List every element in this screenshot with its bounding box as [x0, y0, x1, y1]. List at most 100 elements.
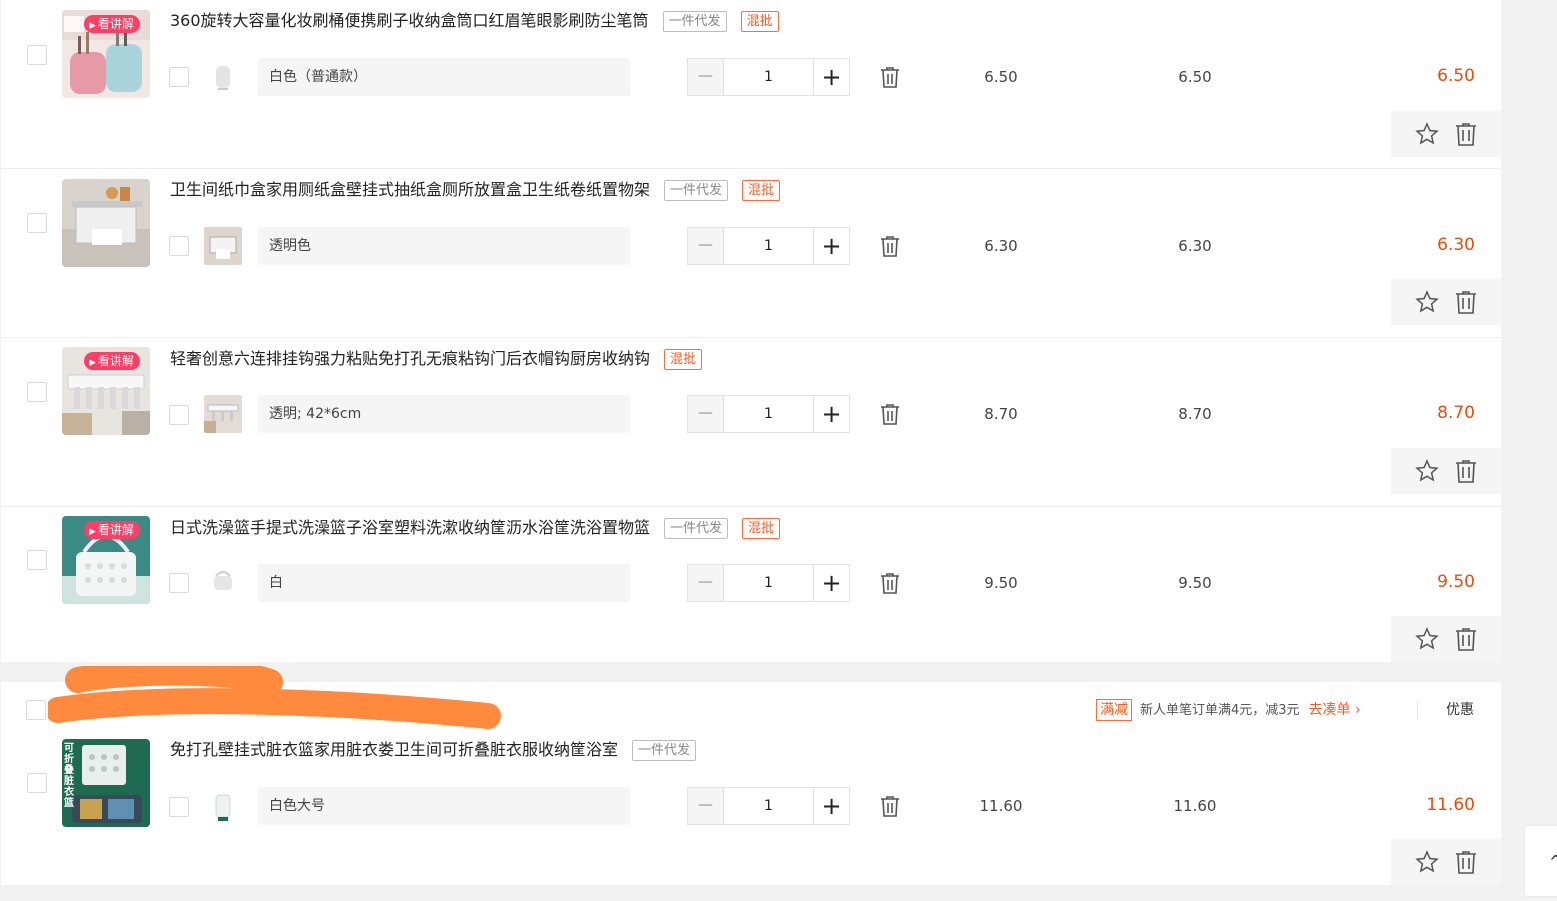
- delete-icon[interactable]: [1455, 290, 1477, 314]
- total-price: 8.70: [1437, 403, 1475, 423]
- tag-mixed-batch: 混批: [664, 349, 703, 370]
- star-icon[interactable]: [1415, 290, 1439, 314]
- tag-dropship: 一件代发: [662, 11, 727, 32]
- add-more-link[interactable]: 去凑单 ›: [1309, 702, 1361, 718]
- product-title-text[interactable]: 日式洗澡篮手提式洗澡篮子浴室塑料洗漱收纳筐沥水浴筐洗浴置物篮: [170, 518, 650, 537]
- promo-text: 新人单笔订单满4元，减3元: [1140, 703, 1300, 718]
- trash-icon[interactable]: [880, 795, 900, 817]
- increase-button[interactable]: +: [813, 59, 849, 95]
- quantity-input[interactable]: 1: [724, 396, 813, 432]
- sku-checkbox[interactable]: [169, 405, 189, 425]
- video-badge[interactable]: ▶ 看讲解: [84, 521, 140, 539]
- spec-selector[interactable]: 透明; 42*6cm: [258, 395, 630, 433]
- sku-image: [204, 787, 242, 825]
- promo-tag: 满减: [1096, 699, 1132, 721]
- delete-icon[interactable]: [1455, 122, 1477, 146]
- back-to-top-button[interactable]: ^: [1524, 825, 1557, 897]
- product-image[interactable]: [62, 179, 150, 267]
- product-title[interactable]: 轻奢创意六连排挂钩强力粘贴免打孔无痕粘钩门后衣帽钩厨房收纳钩 混批: [170, 348, 703, 370]
- item-checkbox[interactable]: [27, 550, 47, 570]
- subtotal-price: 6.30: [1178, 237, 1212, 255]
- product-image[interactable]: 可折叠脏衣篮: [62, 739, 150, 827]
- delete-icon[interactable]: [1455, 459, 1477, 483]
- total-price: 6.50: [1437, 66, 1475, 86]
- item-actions: [1391, 839, 1501, 885]
- promo-divider: [1417, 701, 1418, 719]
- video-badge[interactable]: ▶ 看讲解: [84, 15, 140, 33]
- sku-image: [204, 227, 242, 265]
- unit-price: 9.50: [984, 574, 1018, 592]
- tag-mixed-batch: 混批: [742, 180, 781, 201]
- product-title-text[interactable]: 卫生间纸巾盒家用厕纸盒壁挂式抽纸盒厕所放置盒卫生纸卷纸置物架: [170, 180, 650, 199]
- item-checkbox[interactable]: [27, 773, 47, 793]
- item-checkbox[interactable]: [27, 382, 47, 402]
- product-title[interactable]: 日式洗澡篮手提式洗澡篮子浴室塑料洗漱收纳筐沥水浴筐洗浴置物篮 一件代发 混批: [170, 517, 781, 539]
- quantity-stepper: − 1 +: [687, 227, 850, 265]
- trash-icon[interactable]: [880, 66, 900, 88]
- decrease-button[interactable]: −: [688, 565, 724, 601]
- quantity-stepper: − 1 +: [687, 58, 850, 96]
- spec-selector[interactable]: 白: [258, 564, 630, 602]
- quantity-input[interactable]: 1: [724, 788, 813, 824]
- cart-item: ▶ 看讲解 轻奢创意六连排挂钩强力粘贴免打孔无痕粘钩门后衣帽钩厨房收纳钩 混批 透明…: [1, 338, 1501, 507]
- spec-selector[interactable]: 白色（普通款）: [258, 58, 630, 96]
- sku-checkbox[interactable]: [169, 797, 189, 817]
- subtotal-price: 6.50: [1178, 68, 1212, 86]
- tag-mixed-batch: 混批: [740, 11, 779, 32]
- product-title-text[interactable]: 360旋转大容量化妆刷桶便携刷子收纳盒筒口红眉笔眼影刷防尘笔筒: [170, 11, 649, 30]
- sku-checkbox[interactable]: [169, 67, 189, 87]
- product-title[interactable]: 360旋转大容量化妆刷桶便携刷子收纳盒筒口红眉笔眼影刷防尘笔筒 一件代发 混批: [170, 10, 779, 32]
- item-actions: [1391, 448, 1501, 494]
- decrease-button[interactable]: −: [688, 228, 724, 264]
- sku-checkbox[interactable]: [169, 236, 189, 256]
- tag-dropship: 一件代发: [632, 740, 697, 761]
- tag-mixed-batch: 混批: [742, 518, 781, 539]
- product-title[interactable]: 卫生间纸巾盒家用厕纸盒壁挂式抽纸盒厕所放置盒卫生纸卷纸置物架 一件代发 混批: [170, 179, 781, 201]
- decrease-button[interactable]: −: [688, 396, 724, 432]
- decrease-button[interactable]: −: [688, 59, 724, 95]
- increase-button[interactable]: +: [813, 228, 849, 264]
- delete-icon[interactable]: [1455, 627, 1477, 651]
- item-checkbox[interactable]: [27, 213, 47, 233]
- coupon-link[interactable]: 优惠: [1446, 699, 1474, 721]
- product-title[interactable]: 免打孔壁挂式脏衣篮家用脏衣娄卫生间可折叠脏衣服收纳筐浴室 一件代发: [170, 739, 697, 761]
- trash-icon[interactable]: [880, 403, 900, 425]
- quantity-input[interactable]: 1: [724, 59, 813, 95]
- product-title-text[interactable]: 免打孔壁挂式脏衣篮家用脏衣娄卫生间可折叠脏衣服收纳筐浴室: [170, 740, 618, 759]
- quantity-stepper: − 1 +: [687, 787, 850, 825]
- item-actions: [1391, 111, 1501, 157]
- increase-button[interactable]: +: [813, 396, 849, 432]
- spec-selector[interactable]: 透明色: [258, 227, 630, 265]
- quantity-input[interactable]: 1: [724, 565, 813, 601]
- total-price: 9.50: [1437, 572, 1475, 592]
- product-image[interactable]: ▶ 看讲解: [62, 347, 150, 435]
- video-badge[interactable]: ▶ 看讲解: [84, 352, 140, 370]
- trash-icon[interactable]: [880, 572, 900, 594]
- cart-page: ▶ 看讲解 360旋转大容量化妆刷桶便携刷子收纳盒筒口红眉笔眼影刷防尘笔筒 一件代发…: [0, 0, 1557, 901]
- total-price: 6.30: [1437, 235, 1475, 255]
- spec-selector[interactable]: 白色大号: [258, 787, 630, 825]
- star-icon[interactable]: [1415, 627, 1439, 651]
- delete-icon[interactable]: [1455, 850, 1477, 874]
- product-title-text[interactable]: 轻奢创意六连排挂钩强力粘贴免打孔无痕粘钩门后衣帽钩厨房收纳钩: [170, 349, 650, 368]
- promotion-bar: 满减 新人单笔订单满4元，减3元 去凑单 ›: [1096, 699, 1361, 723]
- unit-price: 6.50: [984, 68, 1018, 86]
- product-image[interactable]: ▶ 看讲解: [62, 516, 150, 604]
- quantity-input[interactable]: 1: [724, 228, 813, 264]
- sku-checkbox[interactable]: [169, 573, 189, 593]
- product-image[interactable]: ▶ 看讲解: [62, 10, 150, 98]
- star-icon[interactable]: [1415, 122, 1439, 146]
- redaction-scribble: [48, 666, 501, 729]
- decrease-button[interactable]: −: [688, 788, 724, 824]
- increase-button[interactable]: +: [813, 788, 849, 824]
- star-icon[interactable]: [1415, 850, 1439, 874]
- increase-button[interactable]: +: [813, 565, 849, 601]
- star-icon[interactable]: [1415, 459, 1439, 483]
- item-actions: [1391, 616, 1501, 662]
- cart-item: ▶ 看讲解 日式洗澡篮手提式洗澡篮子浴室塑料洗漱收纳筐沥水浴筐洗浴置物篮 一件代发混…: [1, 507, 1501, 676]
- item-actions: [1391, 279, 1501, 325]
- store-checkbox[interactable]: [26, 700, 46, 720]
- trash-icon[interactable]: [880, 235, 900, 257]
- cart-item: ▶ 看讲解 360旋转大容量化妆刷桶便携刷子收纳盒筒口红眉笔眼影刷防尘笔筒 一件代发…: [1, 0, 1501, 169]
- item-checkbox[interactable]: [27, 45, 47, 65]
